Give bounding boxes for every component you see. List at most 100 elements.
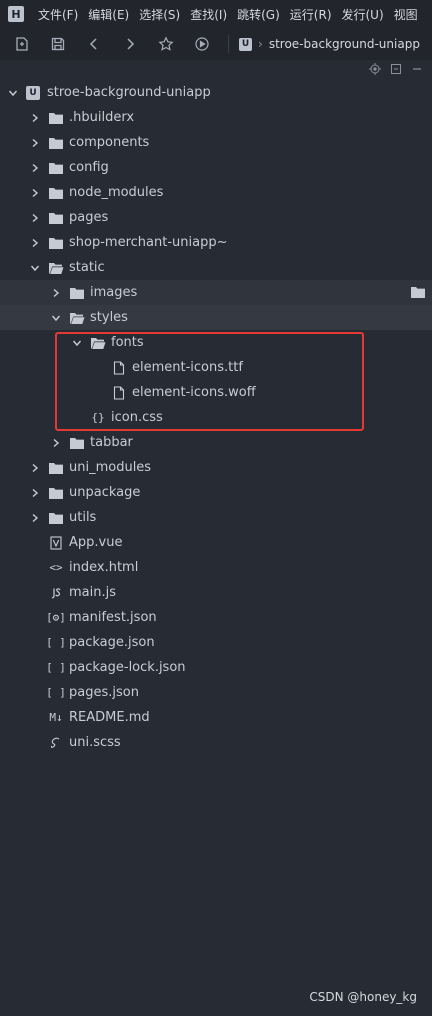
chevron-right-icon[interactable] bbox=[51, 438, 61, 448]
tree-item-label: node_modules bbox=[69, 185, 164, 200]
tree-folder-row[interactable]: shop-merchant-uniapp~ bbox=[0, 230, 432, 255]
manifest-file-icon: [⚙] bbox=[46, 611, 66, 625]
minimize-icon[interactable] bbox=[411, 63, 423, 75]
menu-edit[interactable]: 编辑(E) bbox=[88, 6, 129, 23]
tree-folder-row[interactable]: fonts bbox=[0, 330, 432, 355]
tree-item-label: main.js bbox=[69, 585, 116, 600]
chevron-down-icon[interactable] bbox=[8, 88, 18, 98]
json-file-icon: [ ] bbox=[46, 636, 66, 650]
chevron-right-icon[interactable] bbox=[30, 113, 40, 123]
tree-folder-row[interactable]: tabbar bbox=[0, 430, 432, 455]
folder-open-icon bbox=[48, 261, 64, 275]
breadcrumb-separator: › bbox=[258, 37, 263, 51]
tree-file-row[interactable]: [ ] pages.json bbox=[0, 680, 432, 705]
chevron-right-icon[interactable] bbox=[30, 463, 40, 473]
chevron-right-icon[interactable] bbox=[30, 513, 40, 523]
hbuilder-logo-icon[interactable]: H bbox=[8, 6, 24, 22]
forward-icon[interactable] bbox=[116, 32, 144, 56]
tree-item-label: .hbuilderx bbox=[69, 110, 135, 125]
chevron-right-icon[interactable] bbox=[30, 188, 40, 198]
chevron-right-icon[interactable] bbox=[30, 138, 40, 148]
tree-file-row[interactable]: [ ] package-lock.json bbox=[0, 655, 432, 680]
toolbar: U › stroe-background-uniapp bbox=[0, 28, 432, 60]
menu-view[interactable]: 视图 bbox=[394, 6, 418, 23]
tree-item-label: styles bbox=[90, 310, 128, 325]
tree-item-label: uni_modules bbox=[69, 460, 152, 475]
tree-folder-row[interactable]: unpackage bbox=[0, 480, 432, 505]
tree-item-label: pages.json bbox=[69, 685, 139, 700]
menu-find[interactable]: 查找(I) bbox=[190, 6, 227, 23]
menu-publish[interactable]: 发行(U) bbox=[342, 6, 384, 23]
folder-icon bbox=[48, 186, 64, 200]
tree-folder-row[interactable]: .hbuilderx bbox=[0, 105, 432, 130]
tree-file-row[interactable]: uni.scss bbox=[0, 730, 432, 755]
tree-file-row[interactable]: M↓ README.md bbox=[0, 705, 432, 730]
file-type-glyph: {} bbox=[91, 411, 105, 424]
tree-item-label: package-lock.json bbox=[69, 660, 186, 675]
chevron-down-icon[interactable] bbox=[30, 263, 40, 273]
menu-goto[interactable]: 跳转(G) bbox=[237, 6, 280, 23]
folder-icon bbox=[48, 486, 64, 500]
tree-folder-row[interactable]: components bbox=[0, 130, 432, 155]
tree-folder-row[interactable]: pages bbox=[0, 205, 432, 230]
markdown-file-icon: M↓ bbox=[48, 711, 64, 725]
file-type-glyph: [ ] bbox=[46, 686, 66, 699]
tree-folder-row[interactable]: static bbox=[0, 255, 432, 280]
project-name: stroe-background-uniapp bbox=[47, 85, 211, 100]
chevron-right-icon[interactable] bbox=[30, 163, 40, 173]
watermark: CSDN @honey_kg bbox=[309, 990, 417, 1004]
scss-file-icon bbox=[48, 736, 64, 750]
tree-folder-row[interactable]: styles bbox=[0, 305, 432, 330]
folder-icon bbox=[48, 211, 64, 225]
collapse-icon[interactable] bbox=[390, 63, 402, 75]
tree-item-label: fonts bbox=[111, 335, 144, 350]
file-type-glyph: M↓ bbox=[49, 711, 63, 724]
menu-run[interactable]: 运行(R) bbox=[290, 6, 332, 23]
file-tree: U stroe-background-uniapp .hbuilderx comp… bbox=[0, 80, 432, 755]
run-icon[interactable] bbox=[188, 32, 216, 56]
star-icon[interactable] bbox=[152, 32, 180, 56]
tree-item-label: element-icons.ttf bbox=[132, 360, 243, 375]
new-file-icon[interactable] bbox=[8, 32, 36, 56]
explorer-actions bbox=[0, 60, 432, 78]
back-icon[interactable] bbox=[80, 32, 108, 56]
tree-file-row[interactable]: element-icons.ttf bbox=[0, 355, 432, 380]
tree-folder-row[interactable]: node_modules bbox=[0, 180, 432, 205]
tree-file-row[interactable]: {} icon.css bbox=[0, 405, 432, 430]
tree-file-row[interactable]: App.vue bbox=[0, 530, 432, 555]
tree-file-row[interactable]: main.js bbox=[0, 580, 432, 605]
tree-item-label: config bbox=[69, 160, 109, 175]
html-file-icon: <> bbox=[48, 561, 64, 575]
tree-file-row[interactable]: [⚙] manifest.json bbox=[0, 605, 432, 630]
chevron-right-icon[interactable] bbox=[30, 488, 40, 498]
file-type-glyph: [⚙] bbox=[46, 611, 66, 624]
tree-folder-row[interactable]: config bbox=[0, 155, 432, 180]
tree-item-label: images bbox=[90, 285, 138, 300]
tree-folder-row[interactable]: images bbox=[0, 280, 432, 305]
project-badge-icon: U bbox=[26, 85, 40, 100]
chevron-down-icon[interactable] bbox=[72, 338, 82, 348]
menu-file[interactable]: 文件(F) bbox=[38, 6, 78, 23]
tree-folder-row[interactable]: uni_modules bbox=[0, 455, 432, 480]
file-type-glyph: [ ] bbox=[46, 661, 66, 674]
breadcrumb-path[interactable]: stroe-background-uniapp bbox=[269, 37, 420, 51]
chevron-down-icon[interactable] bbox=[51, 313, 61, 323]
chevron-right-icon[interactable] bbox=[30, 213, 40, 223]
tree-file-row[interactable]: [ ] package.json bbox=[0, 630, 432, 655]
tree-item-label: unpackage bbox=[69, 485, 141, 500]
menu-select[interactable]: 选择(S) bbox=[139, 6, 180, 23]
chevron-right-icon[interactable] bbox=[30, 238, 40, 248]
breadcrumb[interactable]: U › stroe-background-uniapp bbox=[239, 37, 432, 51]
tree-file-row[interactable]: element-icons.woff bbox=[0, 380, 432, 405]
locate-icon[interactable] bbox=[369, 63, 381, 75]
save-icon[interactable] bbox=[44, 32, 72, 56]
tree-file-row[interactable]: <> index.html bbox=[0, 555, 432, 580]
folder-icon bbox=[48, 236, 64, 250]
tree-folder-row[interactable]: utils bbox=[0, 505, 432, 530]
tree-item-label: components bbox=[69, 135, 150, 150]
tree-item-label: App.vue bbox=[69, 535, 123, 550]
chevron-right-icon[interactable] bbox=[51, 288, 61, 298]
folder-icon bbox=[48, 461, 64, 475]
tree-item-label: icon.css bbox=[111, 410, 163, 425]
tree-root[interactable]: U stroe-background-uniapp bbox=[0, 80, 432, 105]
